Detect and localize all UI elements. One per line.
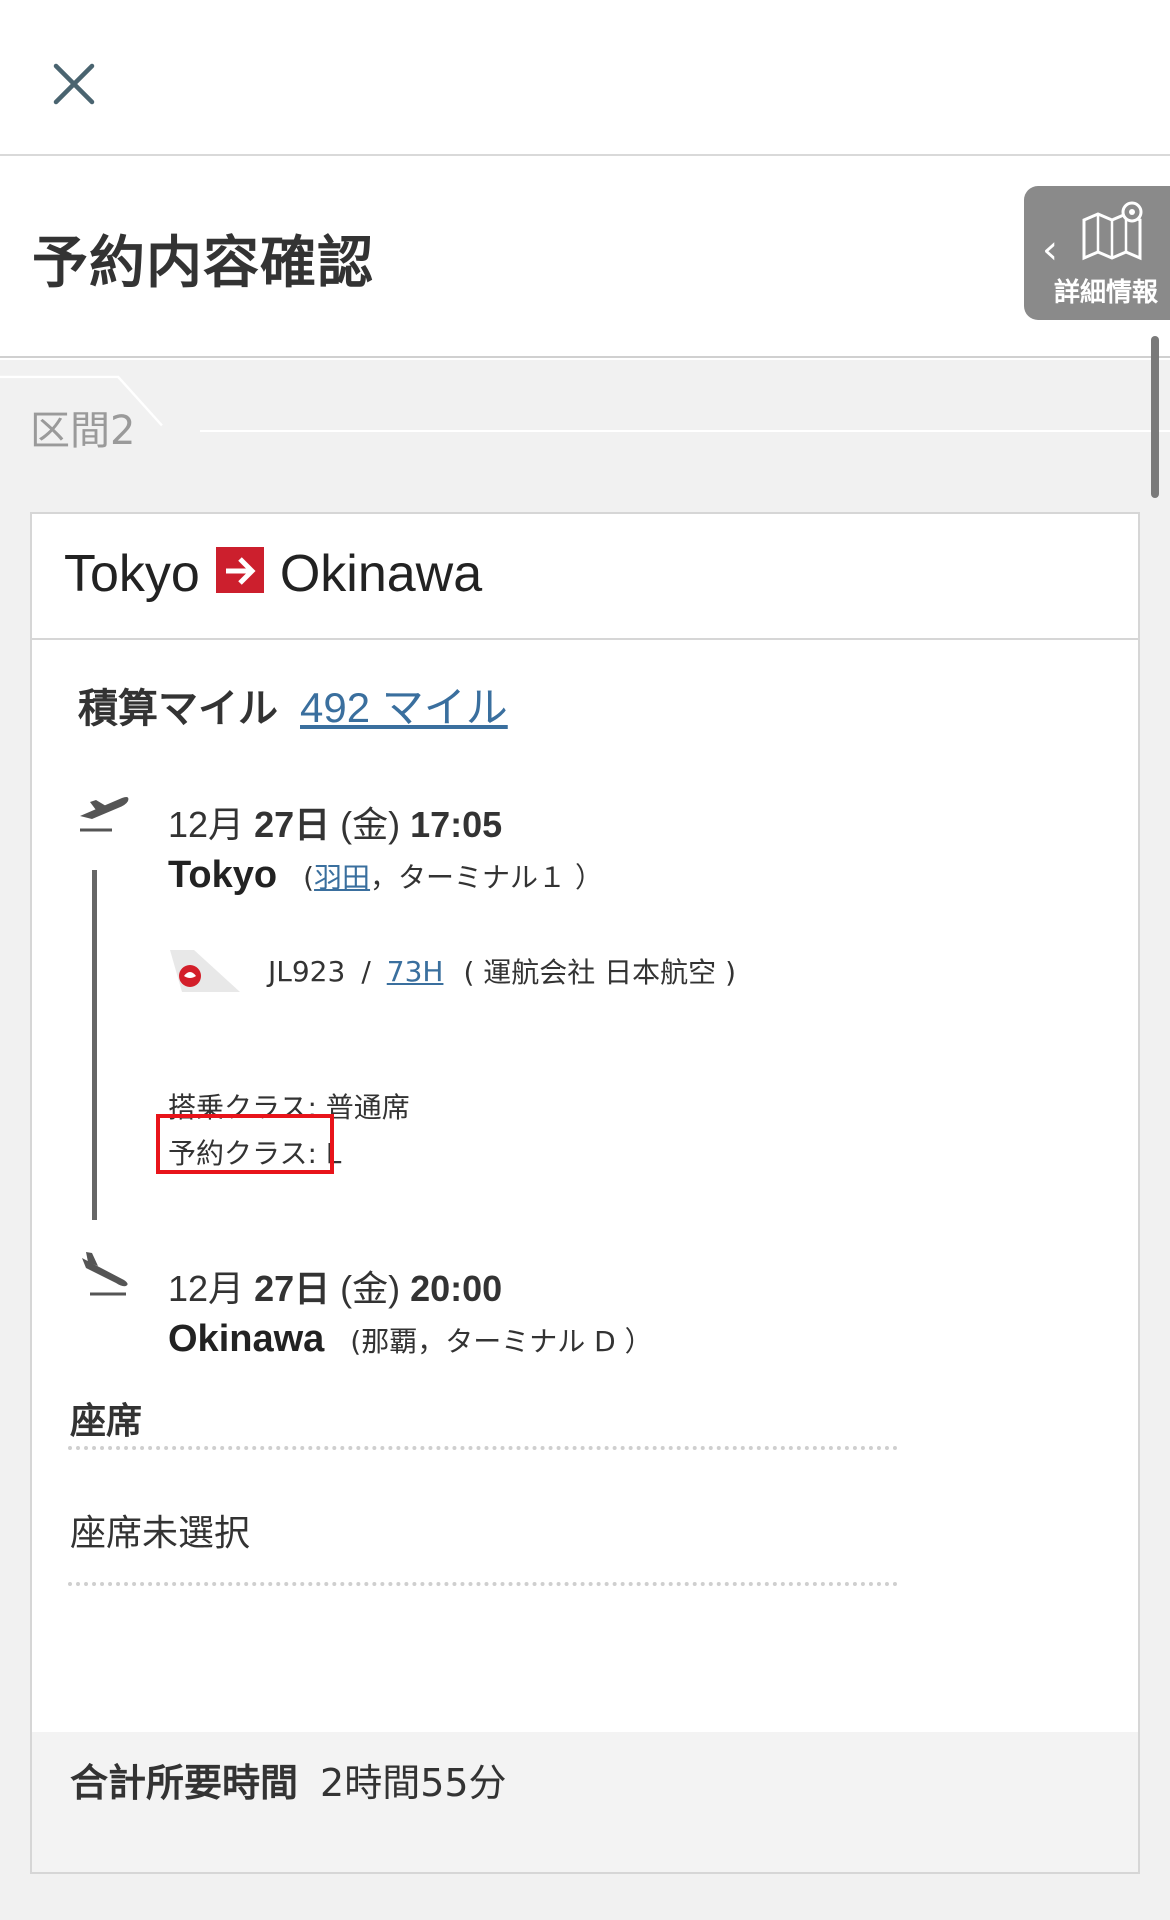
highlight-box bbox=[156, 1114, 334, 1174]
operator: ( 運航会社 日本航空 ) bbox=[463, 956, 736, 989]
detail-info-tab[interactable]: ‹ 詳細情報 bbox=[1024, 186, 1170, 320]
departure-city: Tokyo bbox=[168, 854, 278, 896]
origin-city: Tokyo bbox=[64, 545, 200, 603]
close-button[interactable] bbox=[52, 62, 116, 126]
departure-airport-paren: ( bbox=[303, 861, 315, 894]
segment-divider bbox=[200, 430, 1170, 432]
departure-city-row: Tokyo (羽田，ターミナル１ ） bbox=[168, 854, 603, 897]
seat-value: 座席未選択 bbox=[70, 1513, 251, 1554]
arrival-weekday: (金) bbox=[340, 1268, 401, 1309]
arrow-right-icon bbox=[215, 547, 264, 593]
arrival-airport: (那覇，ターミナル D ） bbox=[350, 1325, 653, 1358]
departure-datetime: 12月 27日 (金) 17:05 bbox=[168, 796, 502, 848]
segment-tab[interactable]: 区間2 bbox=[30, 398, 135, 456]
miles-label: 積算マイル bbox=[78, 686, 278, 732]
top-bar bbox=[0, 0, 1170, 156]
destination-city: Okinawa bbox=[279, 545, 483, 603]
map-icon bbox=[1082, 201, 1143, 261]
card-header: Tokyo Okinawa bbox=[32, 514, 1138, 640]
departure-airport-link[interactable]: 羽田 bbox=[314, 861, 370, 894]
departure-weekday: (金) bbox=[340, 804, 401, 845]
total-duration: 合計所要時間 2時間55分 bbox=[70, 1752, 507, 1807]
departure-month: 12月 bbox=[168, 804, 245, 845]
departure-time: 17:05 bbox=[410, 804, 503, 845]
detail-info-label: 詳細情報 bbox=[1054, 278, 1159, 308]
airline-tail-icon bbox=[170, 950, 240, 992]
miles-link[interactable]: 492 マイル bbox=[300, 674, 508, 735]
arrival-day: 27日 bbox=[254, 1268, 331, 1309]
flight-separator: / bbox=[361, 954, 371, 988]
title-area: 予約内容確認 bbox=[0, 158, 1170, 358]
arrival-datetime: 12月 27日 (金) 20:00 bbox=[168, 1260, 502, 1312]
chevron-left-icon: ‹ bbox=[1042, 227, 1058, 273]
close-icon[interactable] bbox=[52, 62, 96, 106]
timeline-line bbox=[92, 870, 97, 1220]
route: Tokyo Okinawa bbox=[64, 544, 482, 604]
arrival-city: Okinawa bbox=[168, 1318, 325, 1360]
scrollbar[interactable] bbox=[1151, 336, 1159, 498]
seat-title: 座席 bbox=[70, 1401, 143, 1442]
departure-terminal: ，ターミナル１ ） bbox=[370, 861, 603, 894]
dotted-divider bbox=[68, 1582, 898, 1586]
arrival-icon bbox=[82, 1252, 128, 1296]
flight-row: JL923 / 73H ( 運航会社 日本航空 ) bbox=[168, 948, 736, 994]
arrival-city-row: Okinawa (那覇，ターミナル D ） bbox=[168, 1318, 653, 1361]
total-duration-value: 2時間55分 bbox=[320, 1761, 507, 1805]
miles-row: 積算マイル 492 マイル bbox=[78, 674, 508, 735]
departure-day: 27日 bbox=[254, 804, 331, 845]
dotted-divider bbox=[68, 1446, 898, 1450]
total-duration-label: 合計所要時間 bbox=[70, 1761, 299, 1805]
flight-card: Tokyo Okinawa 積算マイル 492 マイル 12月 27日 (金) … bbox=[30, 512, 1140, 1874]
departure-airport: (羽田，ターミナル１ ） bbox=[303, 856, 603, 896]
flight-number: JL923 bbox=[268, 954, 346, 988]
departure-icon bbox=[80, 797, 129, 832]
page-title: 予約内容確認 bbox=[32, 231, 374, 296]
arrival-month: 12月 bbox=[168, 1268, 245, 1309]
aircraft-link[interactable]: 73H bbox=[387, 955, 444, 988]
arrival-time: 20:00 bbox=[410, 1268, 503, 1309]
